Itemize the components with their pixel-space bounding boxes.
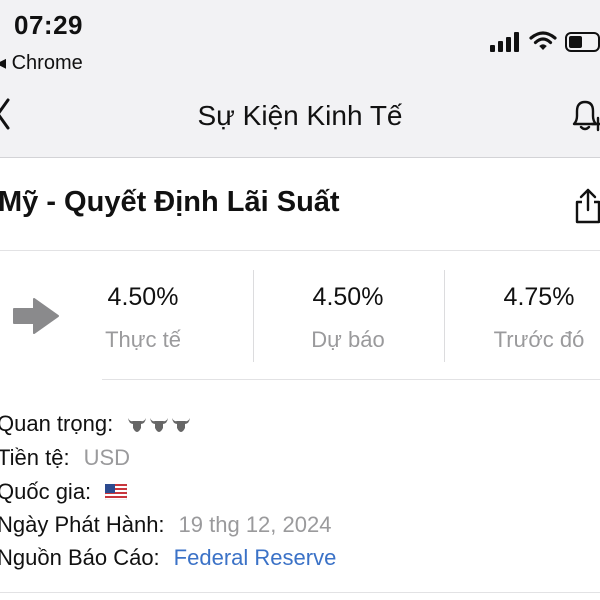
cellular-signal-icon xyxy=(490,32,519,52)
column-separator xyxy=(253,270,254,362)
nav-bar: Sự Kiện Kinh Tế xyxy=(0,80,600,158)
divider xyxy=(102,379,600,380)
country-row: Quốc gia: xyxy=(0,479,128,505)
importance-label: Quan trọng: xyxy=(0,411,114,436)
country-label: Quốc gia: xyxy=(0,479,92,504)
status-time: 07:29 xyxy=(14,10,83,40)
actual-label: Thực tế xyxy=(105,327,181,352)
divider xyxy=(0,250,600,251)
wifi-icon xyxy=(529,31,557,50)
source-row: Nguồn Báo Cáo: Federal Reserve xyxy=(0,545,336,571)
source-label: Nguồn Báo Cáo: xyxy=(0,545,160,570)
bull-icon xyxy=(150,418,169,432)
column-separator xyxy=(444,270,445,362)
divider xyxy=(0,592,600,593)
page-title: Sự Kiện Kinh Tế xyxy=(197,100,403,131)
currency-label: Tiền tệ: xyxy=(0,445,70,470)
release-row: Ngày Phát Hành: 19 thg 12, 2024 xyxy=(0,512,331,538)
currency-value: USD xyxy=(83,445,131,470)
currency-row: Tiền tệ: USD xyxy=(0,445,130,471)
forecast-label: Dự báo xyxy=(311,327,385,352)
status-bar: 07:29 ◂ Chrome xyxy=(0,0,600,80)
source-link[interactable]: Federal Reserve xyxy=(174,545,337,571)
importance-row: Quan trọng: xyxy=(0,411,191,437)
us-flag-icon xyxy=(105,484,128,500)
back-to-app-link[interactable]: ◂ Chrome xyxy=(0,50,83,75)
release-label: Ngày Phát Hành: xyxy=(0,512,165,537)
actual-value: 4.50% xyxy=(107,283,179,311)
bell-add-icon[interactable] xyxy=(566,96,600,136)
previous-label: Trước đó xyxy=(493,327,585,352)
previous-value: 4.75% xyxy=(503,283,575,311)
bull-icon xyxy=(128,418,147,432)
event-title: Mỹ - Quyết Định Lãi Suất xyxy=(0,186,340,218)
share-icon[interactable] xyxy=(572,186,600,226)
importance-rating xyxy=(127,415,191,433)
bull-icon xyxy=(172,418,191,432)
forecast-value: 4.50% xyxy=(312,283,384,311)
back-app-label: Chrome xyxy=(11,52,83,74)
release-date: 19 thg 12, 2024 xyxy=(178,512,332,537)
unchanged-arrow-icon xyxy=(13,298,59,334)
battery-icon xyxy=(565,32,600,52)
